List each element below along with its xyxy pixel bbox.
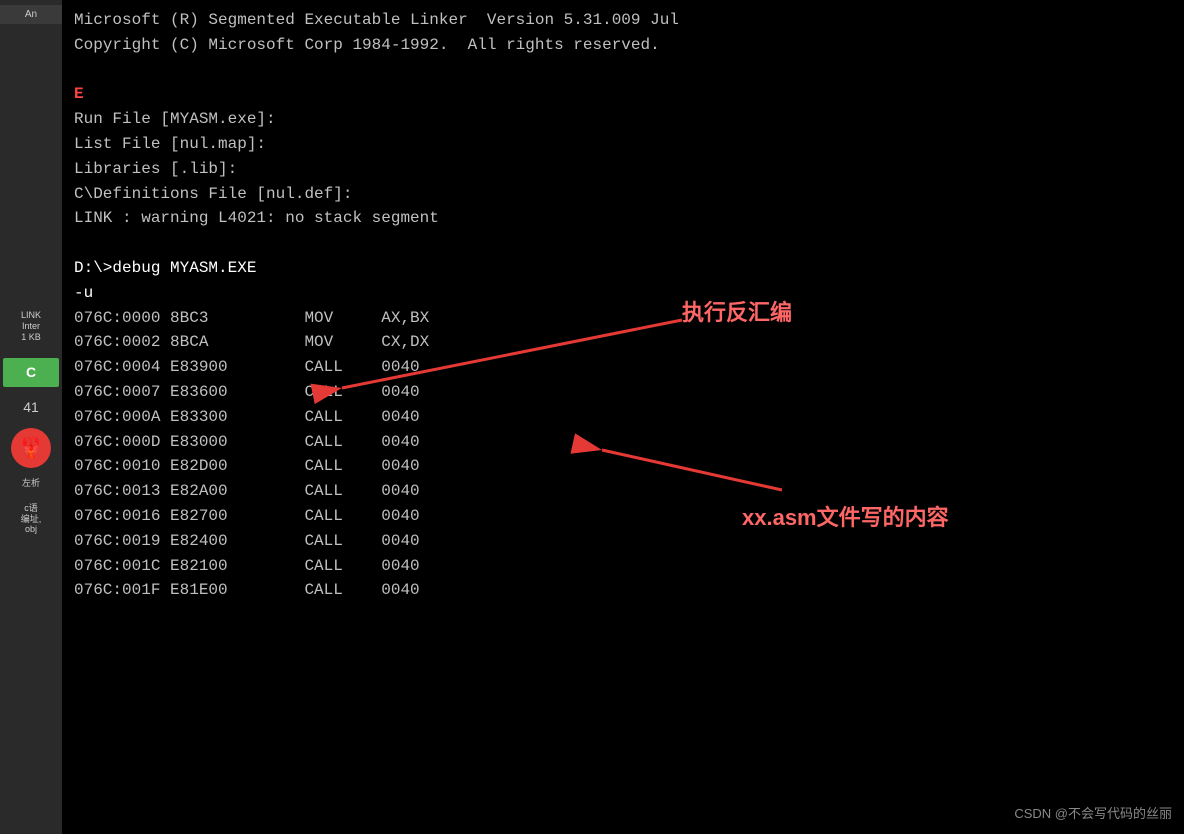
terminal-asm-5: 076C:000D E83000 CALL 0040: [74, 430, 1172, 455]
terminal-asm-6: 076C:0010 E82D00 CALL 0040: [74, 454, 1172, 479]
terminal-asm-7: 076C:0013 E82A00 CALL 0040: [74, 479, 1172, 504]
terminal-line-blank: [74, 231, 1172, 256]
terminal-line-def: C\Definitions File [nul.def]:: [74, 182, 1172, 207]
terminal-asm-8: 076C:0016 E82700 CALL 0040: [74, 504, 1172, 529]
sidebar-avatar[interactable]: 🦞: [11, 428, 51, 468]
sidebar-size-label: 1 KB: [21, 332, 41, 342]
terminal-line-3: [74, 58, 1172, 83]
terminal-asm-9: 076C:0019 E82400 CALL 0040: [74, 529, 1172, 554]
terminal-asm-10: 076C:001C E82100 CALL 0040: [74, 554, 1172, 579]
terminal-line-2: Copyright (C) Microsoft Corp 1984-1992. …: [74, 33, 1172, 58]
csdn-watermark: CSDN @不会写代码的丝丽: [1014, 803, 1172, 822]
terminal-line-lib: Libraries [.lib]:: [74, 157, 1172, 182]
sidebar-item-link[interactable]: LINK Inter 1 KB: [3, 308, 59, 344]
avatar-icon: 🦞: [19, 435, 44, 460]
sidebar-avatar-label: 左析: [3, 476, 59, 491]
terminal-window: Microsoft (R) Segmented Executable Linke…: [62, 0, 1184, 834]
terminal-line-list: List File [nul.map]:: [74, 132, 1172, 157]
terminal-asm-0: 076C:0000 8BC3 MOV AX,BX: [74, 306, 1172, 331]
terminal-asm-1: 076C:0002 8BCA MOV CX,DX: [74, 330, 1172, 355]
terminal-line-warning: LINK : warning L4021: no stack segment: [74, 206, 1172, 231]
terminal-line-run: Run File [MYASM.exe]:: [74, 107, 1172, 132]
terminal-line-u: -u: [74, 281, 1172, 306]
terminal-asm-3: 076C:0007 E83600 CALL 0040: [74, 380, 1172, 405]
sidebar-header: An: [0, 5, 62, 24]
sidebar-c-label: C: [26, 364, 36, 380]
sidebar-clang-label: c语编址,obj: [21, 503, 42, 535]
terminal-asm-11: 076C:001F E81E00 CALL 0040: [74, 578, 1172, 603]
sidebar-41-label: 41: [23, 399, 39, 415]
terminal-asm-2: 076C:0004 E83900 CALL 0040: [74, 355, 1172, 380]
sidebar-inter-label: Inter: [22, 321, 40, 331]
sidebar: An LINK Inter 1 KB C 41 🦞 左析 c语编址,obj: [0, 0, 62, 834]
sidebar-item-clang[interactable]: c语编址,obj: [3, 501, 59, 537]
sidebar-item-41[interactable]: 41: [3, 397, 59, 418]
terminal-red-marker: E: [74, 82, 1172, 107]
terminal-line-1: Microsoft (R) Segmented Executable Linke…: [74, 8, 1172, 33]
terminal-asm-4: 076C:000A E83300 CALL 0040: [74, 405, 1172, 430]
sidebar-item-c[interactable]: C: [3, 358, 59, 387]
terminal-line-debug: D:\>debug MYASM.EXE: [74, 256, 1172, 281]
sidebar-link-label: LINK: [21, 310, 41, 320]
